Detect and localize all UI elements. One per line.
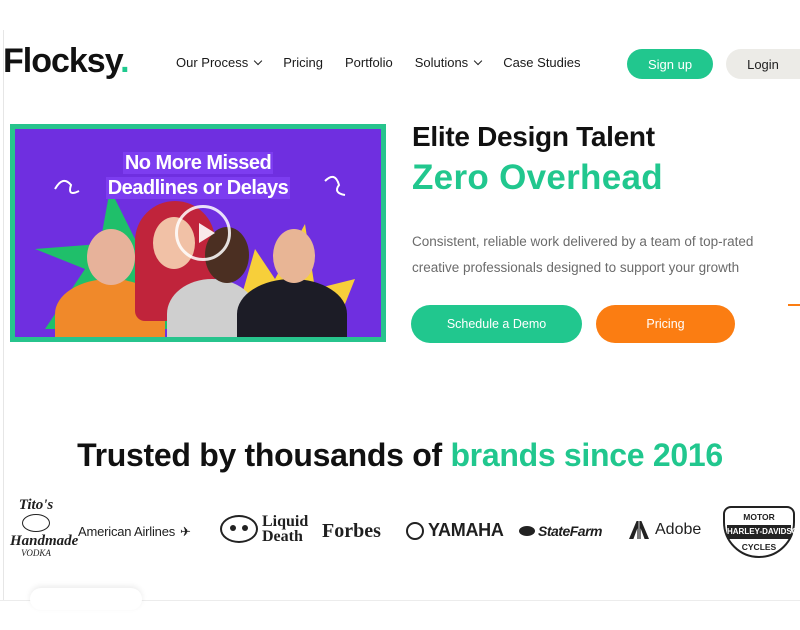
- nav-case-studies-label: Case Studies: [503, 55, 581, 70]
- adobe-logo: Adobe: [629, 521, 701, 539]
- video-title-line2: Deadlines or Delays: [105, 177, 291, 199]
- hero-subtitle: Zero Overhead: [412, 158, 663, 197]
- trusted-accent: brands since 2016: [450, 437, 723, 473]
- video-title: No More Missed Deadlines or Delays: [15, 151, 381, 201]
- state-farm-text: StateFarm: [538, 523, 602, 539]
- person-head-1: [87, 229, 135, 285]
- state-farm-ovals-icon: [519, 526, 535, 536]
- nav-portfolio[interactable]: Portfolio: [345, 55, 393, 70]
- skull-icon: [220, 515, 258, 543]
- state-farm-logo: StateFarm: [519, 523, 602, 539]
- hero-description: Consistent, reliable work delivered by a…: [412, 234, 754, 275]
- harley-top: MOTOR: [743, 512, 775, 522]
- harley-davidson-logo: MOTOR HARLEY-DAVIDSON CYCLES: [723, 506, 800, 558]
- nav-pricing[interactable]: Pricing: [283, 55, 323, 70]
- forbes-logo: Forbes: [322, 520, 381, 542]
- main-nav: Our Process Pricing Portfolio Solutions …: [176, 55, 603, 70]
- eagle-icon: ✈: [180, 524, 191, 539]
- video-thumbnail: No More Missed Deadlines or Delays: [15, 129, 381, 337]
- adobe-mark-icon: [629, 521, 649, 539]
- liquid-death-logo: Liquid Death: [220, 514, 308, 545]
- yamaha-text: YAMAHA: [428, 520, 504, 540]
- chevron-down-icon: [254, 56, 263, 66]
- harley-bottom: CYCLES: [741, 542, 777, 552]
- trusted-lead: Trusted by thousands of: [77, 437, 451, 473]
- titos-logo: Tito's Handmade VODKA: [10, 497, 78, 559]
- video-title-line1: No More Missed: [122, 152, 274, 174]
- logo-dot: .: [120, 42, 130, 80]
- play-icon[interactable]: [175, 205, 231, 261]
- titos-emblem-icon: [22, 514, 50, 532]
- nav-case-studies[interactable]: Case Studies: [503, 55, 580, 70]
- adobe-text: Adobe: [655, 521, 702, 538]
- schedule-demo-button[interactable]: Schedule a Demo: [411, 305, 582, 343]
- flocksy-logo[interactable]: Flocksy.: [3, 42, 130, 81]
- hero-title: Elite Design Talent: [412, 121, 655, 152]
- decorative-line: [788, 304, 800, 306]
- brand-logos: Tito's Handmade VODKA American Airlines ✈…: [0, 498, 800, 568]
- tuning-fork-icon: [406, 521, 424, 540]
- nav-pricing-label: Pricing: [283, 55, 323, 70]
- person-head-4: [273, 229, 315, 283]
- trusted-heading: Trusted by thousands of brands since 201…: [0, 437, 800, 474]
- pricing-button[interactable]: Pricing: [596, 305, 735, 343]
- chevron-down-icon: [473, 56, 483, 66]
- titos-vodka: VODKA: [21, 548, 51, 558]
- nav-our-process[interactable]: Our Process: [176, 55, 263, 70]
- yamaha-logo: YAMAHA: [406, 520, 504, 541]
- logo-text: Flocksy: [3, 42, 121, 80]
- liquid-death-line2: Death: [262, 528, 303, 545]
- login-button[interactable]: Login: [726, 49, 800, 79]
- titos-handmade: Handmade: [10, 533, 79, 549]
- chat-widget-tab[interactable]: [30, 588, 142, 610]
- liquid-death-text: Liquid Death: [262, 514, 308, 545]
- nav-solutions-label: Solutions: [414, 55, 469, 70]
- top-frame: [0, 0, 800, 30]
- nav-solutions[interactable]: Solutions: [414, 55, 483, 70]
- nav-portfolio-label: Portfolio: [345, 55, 393, 70]
- hero-video[interactable]: No More Missed Deadlines or Delays: [10, 124, 386, 342]
- signup-button[interactable]: Sign up: [627, 49, 713, 79]
- harley-mid: HARLEY-DAVIDSON: [727, 525, 800, 539]
- american-airlines-logo: American Airlines ✈: [78, 524, 191, 540]
- american-airlines-text: American Airlines: [78, 524, 176, 539]
- titos-name: Tito's: [18, 497, 54, 513]
- nav-our-process-label: Our Process: [176, 55, 249, 70]
